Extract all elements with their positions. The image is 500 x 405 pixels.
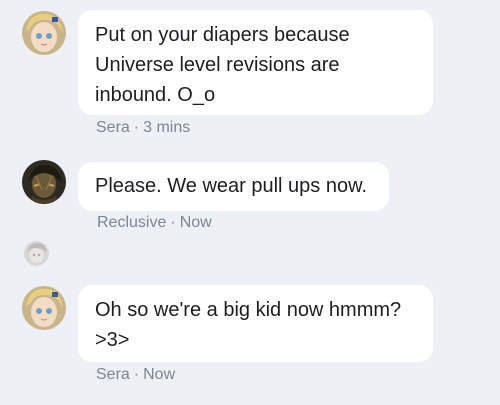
meta-separator: ·	[133, 366, 140, 383]
message-bubble[interactable]: Oh so we're a big kid now hmmm? >3>	[78, 285, 433, 362]
author-name[interactable]: Reclusive	[97, 214, 166, 231]
message-meta: Reclusive · Now	[97, 214, 212, 232]
meta-separator: ·	[133, 119, 140, 136]
message-text: Oh so we're a big kid now hmmm? >3>	[95, 299, 402, 351]
meta-separator: ·	[170, 214, 176, 231]
author-name[interactable]: Sera	[96, 366, 130, 383]
message-meta: Sera · 3 mins	[96, 119, 190, 137]
reclusive-avatar[interactable]	[22, 160, 66, 204]
message-text: Put on your diapers because Universe lev…	[95, 24, 350, 106]
message-text: Please. We wear pull ups now.	[95, 175, 368, 197]
timestamp: Now	[143, 366, 176, 383]
message-bubble[interactable]: Please. We wear pull ups now.	[78, 162, 389, 211]
sera-avatar[interactable]	[22, 11, 66, 55]
message-meta: Sera · Now	[96, 366, 175, 384]
message-bubble[interactable]: Put on your diapers because Universe lev…	[78, 10, 433, 115]
seen-indicator-avatar	[24, 241, 49, 266]
sera-avatar[interactable]	[22, 286, 66, 330]
timestamp: 3 mins	[143, 119, 191, 136]
author-name[interactable]: Sera	[96, 119, 130, 136]
timestamp: Now	[179, 214, 212, 231]
